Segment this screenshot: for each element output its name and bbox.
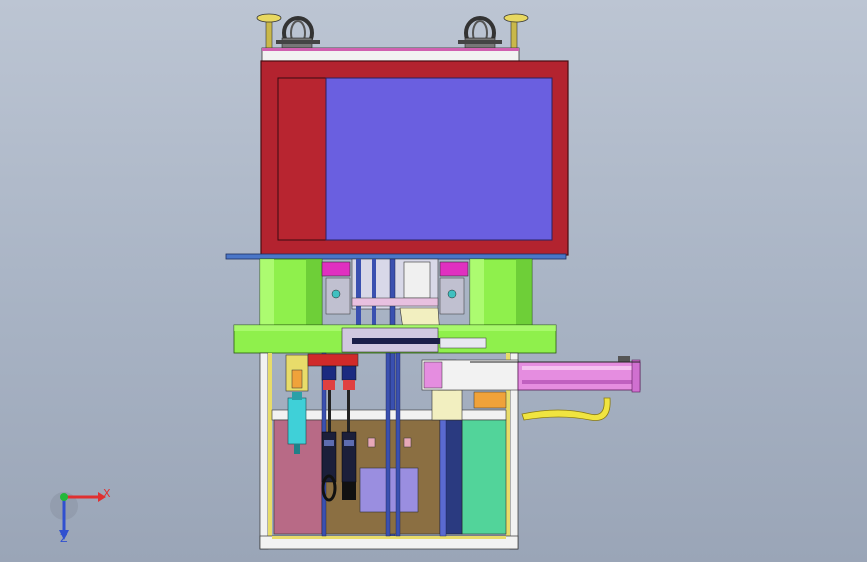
left-actuator[interactable] (285, 354, 309, 454)
top-clamp-right[interactable] (458, 13, 529, 53)
z-axis-label: Z (60, 532, 68, 545)
y-axis-dot (60, 493, 68, 501)
top-clamp-left[interactable] (256, 13, 320, 53)
x-axis-label: X (103, 487, 111, 500)
green-cylinder-left[interactable] (259, 258, 323, 326)
green-cylinder-right[interactable] (469, 258, 533, 326)
teal-plate (461, 419, 507, 535)
coordinate-triad: X Z (50, 487, 111, 545)
red-housing[interactable] (260, 60, 569, 256)
yellow-hose (521, 397, 611, 421)
cad-viewport[interactable]: X Z (0, 0, 867, 562)
blue-panel[interactable] (325, 77, 553, 241)
mount-plate[interactable] (225, 253, 567, 260)
assembly-view[interactable]: X Z (0, 0, 867, 562)
